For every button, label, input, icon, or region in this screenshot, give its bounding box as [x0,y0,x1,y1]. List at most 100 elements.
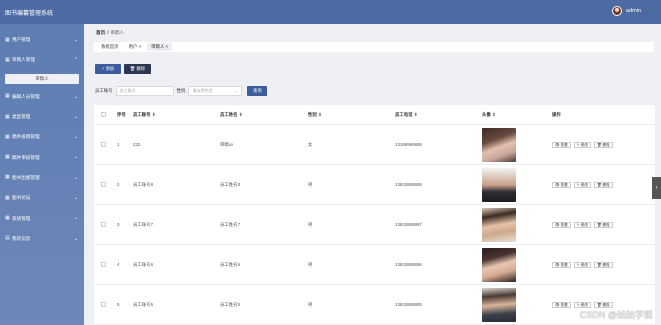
row-checkbox[interactable] [101,222,106,227]
sidebar-item-label: 审稿人管理 [12,57,35,63]
table-row: 1 222 审稿xx 女 13199999888 👁 查看 ✎ 修改 🗑 删除 [94,125,655,165]
delete-button[interactable]: 🗑 删除 [124,64,151,74]
cell-index: 2 [117,182,120,187]
cell-phone: 13823888888 [395,182,422,187]
edit-button[interactable]: ✎ 修改 [573,181,591,188]
sidebar-item-user-management[interactable]: ▦ 用户管理 ⌄ [0,30,84,50]
column-header[interactable]: 员工账号 ⇕ [133,105,155,124]
tab-bar: 系统首页 用户 × 审稿人 × [94,42,654,52]
grid-icon: ▦ [5,56,10,63]
delete-row-button[interactable]: 🗑 删除 [593,141,613,148]
sidebar-item-type-management[interactable]: ▦ 类型管理 ⌄ [0,107,84,127]
main-content: 首页 // 审稿人 系统首页 用户 × 审稿人 × + 添加 🗑 删除 员工账号… [84,24,661,325]
breadcrumb-home[interactable]: 首页 [96,30,105,35]
sidebar-subitem-reviewer[interactable]: 审稿人 [5,73,79,84]
cell-name: 员工姓名5 [220,301,241,307]
sidebar-item-label: 稿件投稿管理 [12,134,40,140]
table-row: 5 员工账号5 员工姓名5 男 13823888885 👁 查看 ✎ 修改 🗑 … [94,285,655,325]
chevron-down-icon: ⌄ [73,154,78,161]
cell-name: 员工姓名8 [220,181,241,187]
view-button[interactable]: 👁 查看 [552,301,571,308]
sidebar-item-submission-management[interactable]: ▦ 稿件投稿管理 ⌄ [0,127,84,147]
edit-button[interactable]: ✎ 修改 [573,261,591,268]
chevron-down-icon: ⌄ [73,174,78,181]
avatar [482,207,516,242]
sidebar-item-review-management[interactable]: ▦ 稿件审核管理 ⌄ [0,147,84,167]
user-avatar[interactable] [612,6,623,16]
delete-row-button[interactable]: 🗑 删除 [593,261,613,268]
column-header[interactable]: 性别 ⇕ [308,105,322,124]
sidebar-item-system-management[interactable]: ▦ 系统管理 ⌄ [0,208,84,228]
row-checkbox[interactable] [101,142,106,147]
edit-button[interactable]: ✎ 修改 [573,221,591,228]
sidebar-item-reviewer-management[interactable]: ▦ 审稿人管理 ⌃ [0,50,84,70]
view-button[interactable]: 👁 查看 [552,181,571,188]
edit-button[interactable]: ✎ 修改 [573,141,591,148]
chevron-down-icon: ⌄ [235,88,239,93]
delete-row-button[interactable]: 🗑 删除 [593,301,613,308]
column-header: 序号 [117,111,126,117]
column-header: 操作 [552,111,561,117]
cell-phone: 13823888887 [395,222,422,227]
sidebar-item-label: 系统管理 [12,215,31,221]
select-all-checkbox[interactable] [101,112,106,117]
sidebar-item-label: 编辑人员管理 [12,93,40,99]
table-header: 序号 员工账号 ⇕ 员工姓名 ⇕ 性别 ⇕ 员工电话 ⇕ 头像 ⇕ 操作 [94,105,655,125]
chevron-down-icon: ⌄ [73,215,78,222]
grid-icon: ▦ [5,113,10,120]
sidebar-item-label: 用户管理 [12,37,31,43]
account-search-input[interactable]: 员工账号 [115,86,174,96]
view-button[interactable]: 👁 查看 [552,261,571,268]
row-checkbox[interactable] [101,182,106,187]
view-button[interactable]: 👁 查看 [552,221,571,228]
chevron-down-icon: ⌄ [73,93,78,100]
chevron-up-icon: ⌃ [73,57,78,64]
view-button[interactable]: 👁 查看 [552,141,571,148]
cell-index: 1 [117,142,120,147]
username[interactable]: admin [626,8,641,14]
sidebar: ▦ 用户管理 ⌄ ▦ 审稿人管理 ⌃ 审稿人 ▦ 编辑人员管理 ⌄ ▦ 类型管理… [0,24,84,325]
column-header[interactable]: 员工姓名 ⇕ [220,105,242,124]
sidebar-item-my-info[interactable]: ▤ 我的信息 ⌄ [0,229,84,249]
app-title: 图书编纂管理系统 [5,11,54,17]
cell-account: 222 [133,142,141,147]
grid-icon: ▦ [5,36,10,43]
cell-index: 5 [117,302,120,307]
user-menu[interactable]: admin [612,6,641,16]
row-checkbox[interactable] [101,302,106,307]
tab-home[interactable]: 系统首页 [97,43,123,51]
grid-icon: ▦ [5,215,10,222]
edit-button[interactable]: ✎ 修改 [573,301,591,308]
breadcrumb-current: 审稿人 [110,30,125,35]
grid-icon: ▦ [5,194,10,201]
cell-account: 员工账号7 [133,221,154,227]
sidebar-item-label: 我的信息 [12,235,31,241]
search-button[interactable]: 查询 [247,86,268,96]
column-header[interactable]: 员工电话 ⇕ [395,105,417,124]
top-bar: 图书编纂管理系统 admin [0,0,661,24]
account-label: 员工账号 [95,88,113,93]
sidebar-item-forum[interactable]: ▦ 图书论坛 ⌄ [0,188,84,208]
add-button[interactable]: + 添加 [95,64,121,74]
breadcrumb: 首页 // 审稿人 [96,30,124,36]
sidebar-item-publishing-management[interactable]: ▦ 图书出版管理 ⌄ [0,168,84,188]
chevron-down-icon: ⌄ [73,195,78,202]
sidebar-item-editor-management[interactable]: ▦ 编辑人员管理 ⌄ [0,87,84,107]
cell-gender: 男 [308,181,313,187]
delete-row-button[interactable]: 🗑 删除 [593,221,613,228]
chevron-right-icon[interactable]: › [652,177,661,199]
cell-name: 审稿xx [220,141,234,147]
tab-reviewer[interactable]: 审稿人 × [147,43,173,51]
tab-user[interactable]: 用户 × [125,43,146,51]
cell-phone: 13199999888 [395,142,422,147]
cell-gender: 男 [308,301,313,307]
column-header[interactable]: 头像 ⇕ [482,105,496,124]
cell-account: 员工账号6 [133,261,154,267]
sidebar-item-label: 图书论坛 [12,195,31,201]
delete-row-button[interactable]: 🗑 删除 [593,181,613,188]
cell-gender: 男 [308,261,313,267]
gender-select[interactable]: 请选择性别 ⌄ [188,86,243,96]
watermark: CSDN @姑姑学姐 [579,310,653,320]
row-checkbox[interactable] [101,262,106,267]
cell-gender: 女 [308,141,313,147]
